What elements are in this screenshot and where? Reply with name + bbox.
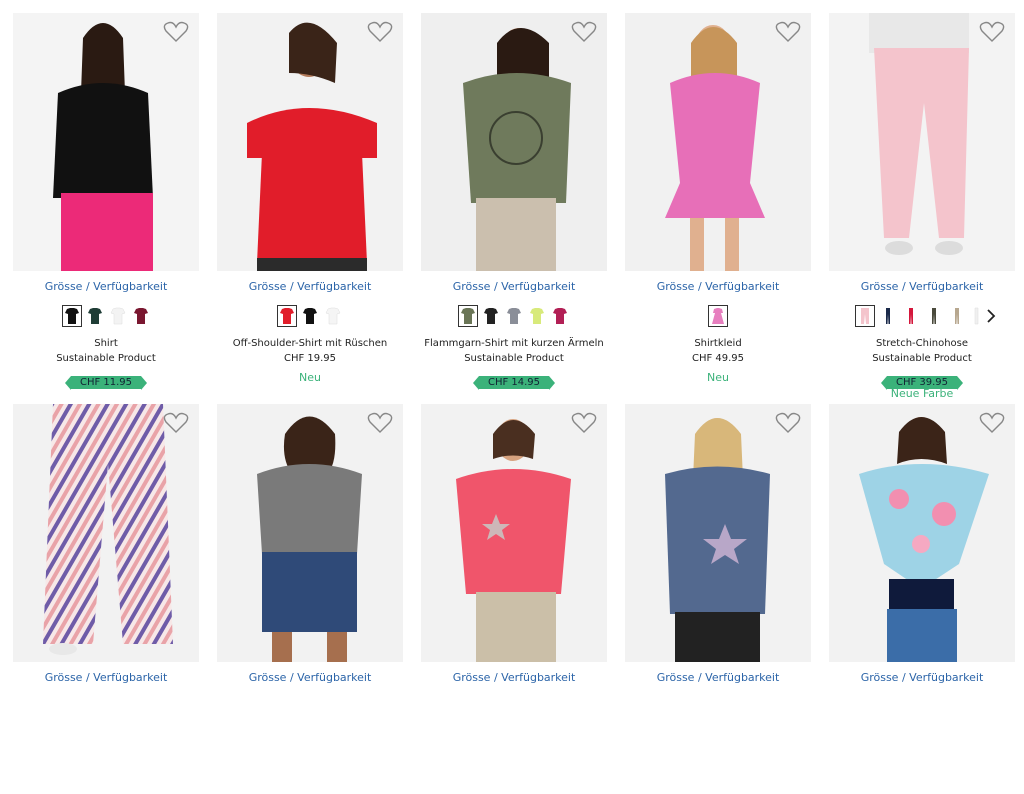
wishlist-heart-icon[interactable] — [571, 412, 597, 434]
product-price: CHF 49.95 — [691, 353, 745, 364]
product-price: CHF 19.95 — [283, 353, 337, 364]
new-color-tag: Neue Farbe — [890, 387, 954, 400]
wishlist-heart-icon[interactable] — [571, 21, 597, 43]
product-card[interactable]: Grösse / Verfügbarkeit — [625, 404, 811, 794]
product-image[interactable] — [217, 13, 403, 271]
product-card[interactable]: Grösse / Verfügbarkeit — [829, 404, 1015, 794]
color-swatch[interactable] — [947, 305, 967, 327]
product-image[interactable] — [217, 404, 403, 662]
product-card[interactable]: Grösse / Verfügbarkeit Stretch-Chinohose… — [829, 13, 1015, 403]
wishlist-heart-icon[interactable] — [163, 412, 189, 434]
product-card[interactable]: Grösse / Verfügbarkeit Flammgarn-Shirt m… — [421, 13, 607, 403]
price-badge: CHF 11.95 — [64, 376, 148, 390]
chevron-right-icon[interactable] — [983, 305, 999, 327]
size-availability-link[interactable]: Grösse / Verfügbarkeit — [829, 280, 1015, 293]
color-swatch[interactable] — [481, 305, 501, 327]
product-image[interactable] — [625, 13, 811, 271]
color-swatch[interactable] — [61, 305, 82, 327]
product-subtitle: Sustainable Product — [56, 353, 156, 364]
color-swatch[interactable] — [300, 305, 320, 327]
color-swatches — [625, 305, 811, 329]
wishlist-heart-icon[interactable] — [163, 21, 189, 43]
wishlist-heart-icon[interactable] — [367, 21, 393, 43]
size-availability-link[interactable]: Grösse / Verfügbarkeit — [217, 671, 403, 684]
product-title[interactable]: Shirtkleid — [625, 338, 811, 349]
color-swatch[interactable] — [901, 305, 921, 327]
color-swatch[interactable] — [85, 305, 105, 327]
size-availability-link[interactable]: Grösse / Verfügbarkeit — [625, 280, 811, 293]
size-availability-link[interactable]: Grösse / Verfügbarkeit — [421, 671, 607, 684]
product-image[interactable] — [13, 13, 199, 271]
color-swatch[interactable] — [550, 305, 570, 327]
wishlist-heart-icon[interactable] — [775, 412, 801, 434]
new-tag: Neu — [299, 371, 321, 384]
color-swatch[interactable] — [323, 305, 343, 327]
product-title[interactable]: Stretch-Chinohose — [829, 338, 1015, 349]
size-availability-link[interactable]: Grösse / Verfügbarkeit — [829, 671, 1015, 684]
color-swatch[interactable] — [708, 305, 728, 327]
price-badge: CHF 14.95 — [472, 376, 556, 390]
size-availability-link[interactable]: Grösse / Verfügbarkeit — [217, 280, 403, 293]
product-card[interactable]: Grösse / Verfügbarkeit Off-Shoulder-Shir… — [217, 13, 403, 403]
product-subtitle: Sustainable Product — [872, 353, 972, 364]
color-swatches — [217, 305, 403, 329]
color-swatches — [829, 305, 1015, 329]
wishlist-heart-icon[interactable] — [979, 412, 1005, 434]
product-subtitle: Sustainable Product — [464, 353, 564, 364]
color-swatch[interactable] — [527, 305, 547, 327]
new-tag: Neu — [707, 371, 729, 384]
product-image[interactable] — [829, 404, 1015, 662]
product-title[interactable]: Off-Shoulder-Shirt mit Rüschen — [217, 338, 403, 349]
product-card[interactable]: Grösse / Verfügbarkeit — [217, 404, 403, 794]
color-swatch[interactable] — [878, 305, 898, 327]
product-title[interactable]: Flammgarn-Shirt mit kurzen Ärmeln — [421, 338, 607, 349]
product-card[interactable]: Grösse / Verfügbarkeit — [13, 404, 199, 794]
product-card[interactable]: Grösse / Verfügbarkeit — [421, 404, 607, 794]
color-swatch[interactable] — [855, 305, 875, 327]
color-swatch[interactable] — [131, 305, 151, 327]
product-image[interactable] — [421, 404, 607, 662]
size-availability-link[interactable]: Grösse / Verfügbarkeit — [13, 280, 199, 293]
size-availability-link[interactable]: Grösse / Verfügbarkeit — [625, 671, 811, 684]
color-swatch[interactable] — [458, 305, 478, 327]
product-image[interactable] — [13, 404, 199, 662]
product-grid: Grösse / Verfügbarkeit Shirt Sustainable… — [0, 0, 1024, 697]
product-card[interactable]: Grösse / Verfügbarkeit Shirt Sustainable… — [13, 13, 199, 403]
size-availability-link[interactable]: Grösse / Verfügbarkeit — [13, 671, 199, 684]
product-image[interactable] — [625, 404, 811, 662]
color-swatch[interactable] — [970, 305, 980, 327]
wishlist-heart-icon[interactable] — [367, 412, 393, 434]
size-availability-link[interactable]: Grösse / Verfügbarkeit — [421, 280, 607, 293]
product-image[interactable] — [421, 13, 607, 271]
color-swatch[interactable] — [924, 305, 944, 327]
product-card[interactable]: Grösse / Verfügbarkeit Shirtkleid CHF 49… — [625, 13, 811, 403]
color-swatch[interactable] — [504, 305, 524, 327]
wishlist-heart-icon[interactable] — [775, 21, 801, 43]
color-swatches — [421, 305, 607, 329]
color-swatches — [13, 305, 199, 329]
color-swatch[interactable] — [277, 305, 297, 327]
product-title[interactable]: Shirt — [13, 338, 199, 349]
color-swatch[interactable] — [108, 305, 128, 327]
product-image[interactable] — [829, 13, 1015, 271]
wishlist-heart-icon[interactable] — [979, 21, 1005, 43]
